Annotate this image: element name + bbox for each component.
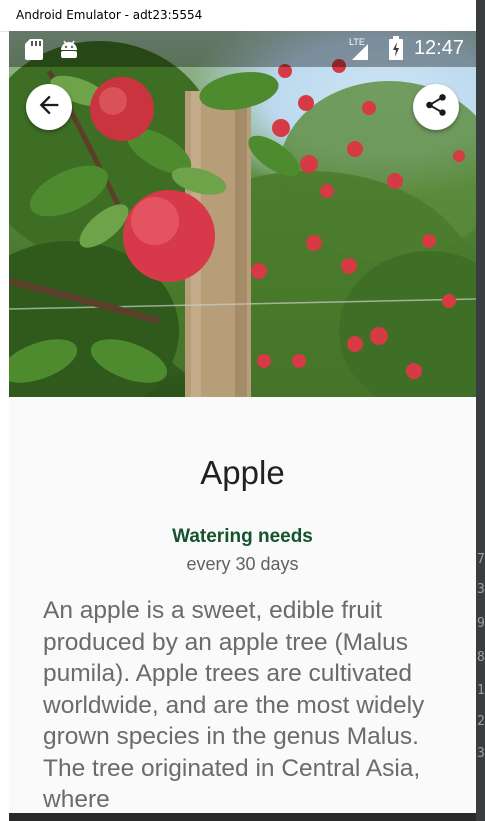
device-bezel-bottom: [9, 813, 476, 821]
share-icon: [423, 92, 449, 122]
emulator-window: Android Emulator - adt23:5554 LTE 12:47 …: [0, 0, 476, 821]
arrow-back-icon: [35, 91, 63, 123]
svg-text:LTE: LTE: [349, 37, 365, 47]
window-titlebar[interactable]: Android Emulator - adt23:5554: [0, 0, 476, 32]
plant-description: An apple is a sweet, edible fruit produc…: [43, 597, 425, 813]
plant-hero-image: [9, 31, 476, 397]
battery-charging-icon: [389, 36, 403, 64]
android-icon: [59, 39, 79, 63]
status-bar: LTE 12:47: [9, 31, 476, 67]
plant-title: Apple: [200, 454, 285, 491]
desktop-side-panel: 7 3 9 8 1 2 3: [476, 0, 485, 821]
share-button[interactable]: [413, 84, 459, 130]
sd-card-icon: [25, 39, 43, 64]
device-screen: LTE 12:47 Apple Watering needs every 30 …: [9, 31, 476, 813]
status-time: 12:47: [413, 37, 464, 59]
back-button[interactable]: [26, 84, 72, 130]
window-title: Android Emulator - adt23:5554: [16, 8, 203, 22]
lte-signal-icon: LTE: [349, 36, 369, 64]
watering-label: Watering needs: [172, 526, 313, 547]
watering-value: every 30 days: [186, 554, 299, 574]
